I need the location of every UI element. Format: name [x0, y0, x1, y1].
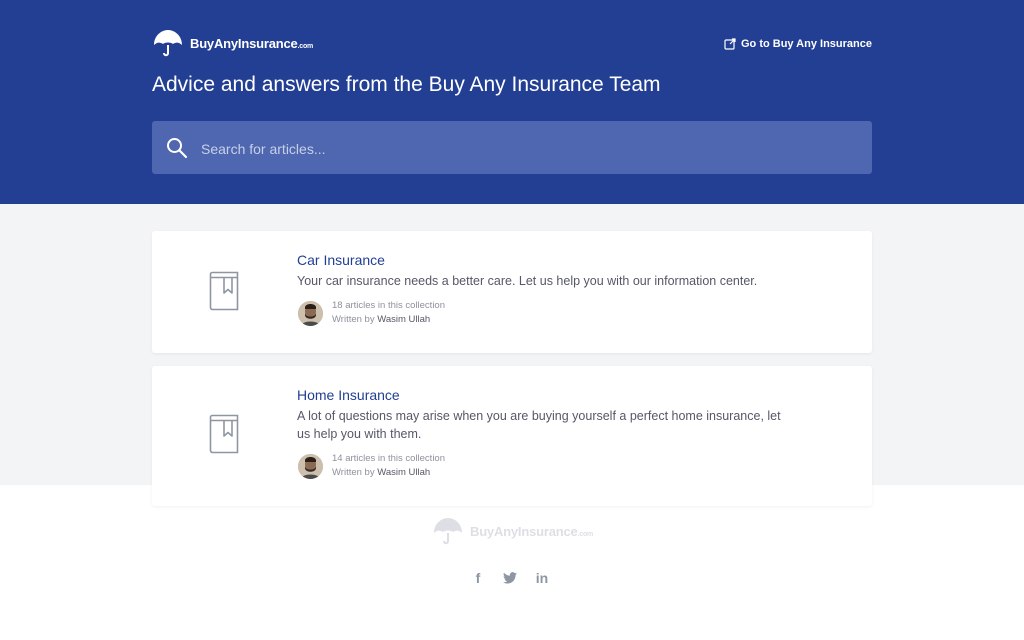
page-headline: Advice and answers from the Buy Any Insu…: [152, 73, 661, 96]
header: BuyAnyInsurance.com Go to Buy Any Insura…: [0, 0, 1024, 204]
twitter-icon[interactable]: [502, 570, 518, 586]
umbrella-logo-icon: [434, 518, 462, 545]
brand-logo[interactable]: BuyAnyInsurance.com: [152, 28, 313, 58]
written-by: Written by Wasim Ullah: [332, 314, 431, 325]
book-bookmark-icon: [209, 271, 239, 311]
brand-name: BuyAnyInsurance.com: [190, 35, 314, 51]
search-icon: [167, 138, 188, 159]
written-by: Written by Wasim Ullah: [332, 467, 431, 478]
collection-title[interactable]: Car Insurance: [297, 252, 385, 268]
article-count: 18 articles in this collection: [332, 300, 445, 311]
footer-logo[interactable]: BuyAnyInsurance.com: [432, 516, 593, 546]
author-avatar: [297, 452, 324, 480]
search-bar: [152, 121, 872, 176]
book-bookmark-icon: [209, 414, 239, 454]
author-name: Wasim Ullah: [377, 314, 431, 325]
facebook-icon[interactable]: f: [470, 570, 486, 586]
collection-description: A lot of questions may arise when you ar…: [297, 409, 781, 441]
collection-card-home-insurance[interactable]: Home Insurance A lot of questions may ar…: [152, 366, 872, 506]
footer-brand-name: BuyAnyInsurance.com: [470, 523, 594, 539]
search-input[interactable]: [199, 121, 863, 176]
collection-title[interactable]: Home Insurance: [297, 387, 400, 403]
linkedin-icon[interactable]: in: [534, 570, 550, 586]
collection-description: Your car insurance needs a better care. …: [297, 274, 758, 288]
umbrella-logo-icon: [154, 30, 182, 57]
collection-meta: 18 articles in this collection Written b…: [297, 299, 445, 327]
social-links: f in: [470, 570, 550, 586]
author-avatar: [297, 299, 324, 327]
author-name: Wasim Ullah: [377, 467, 431, 478]
collection-meta: 14 articles in this collection Written b…: [297, 452, 445, 480]
article-count: 14 articles in this collection: [332, 453, 445, 464]
collection-card-car-insurance[interactable]: Car Insurance Your car insurance needs a…: [152, 231, 872, 353]
go-to-site-link[interactable]: Go to Buy Any Insurance: [724, 38, 872, 50]
go-to-site-label: Go to Buy Any Insurance: [740, 38, 872, 50]
external-link-icon: [724, 38, 736, 50]
